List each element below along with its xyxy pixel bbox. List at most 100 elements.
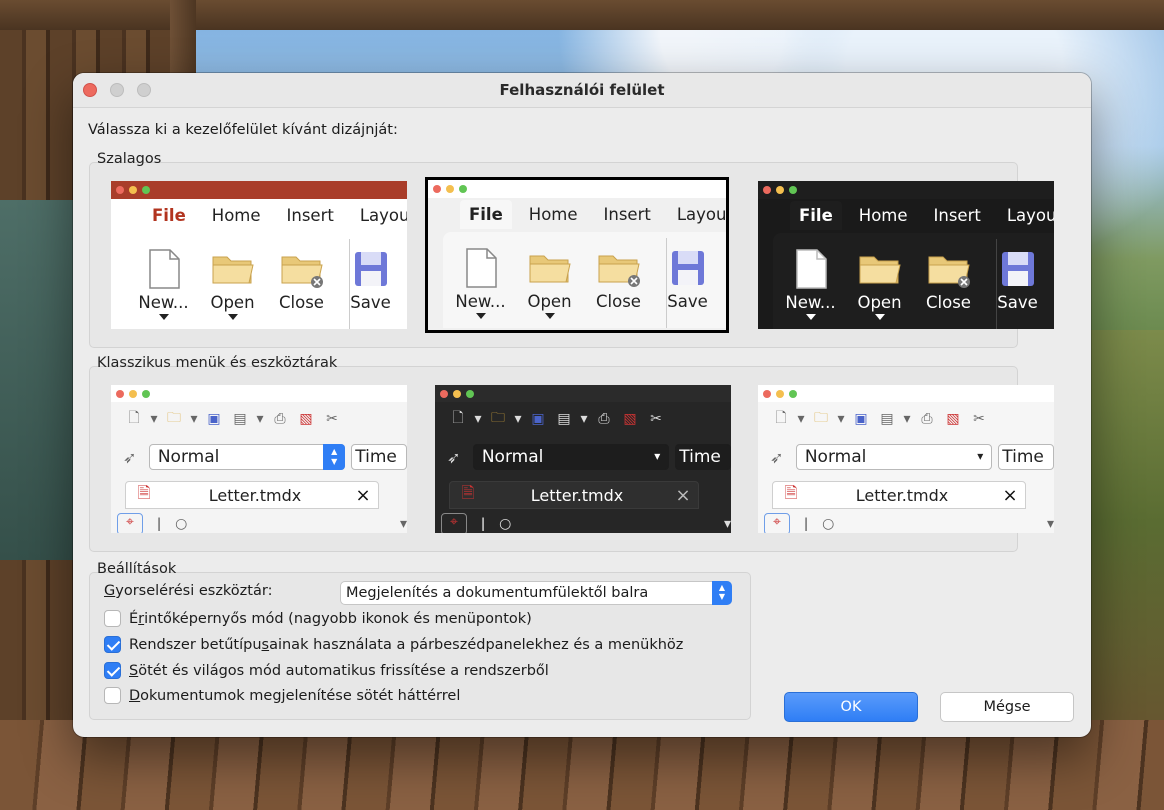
- close-folder-icon: [267, 247, 336, 291]
- save-as-icon: ▤: [557, 411, 571, 427]
- preview-ribbon-item: Open: [198, 247, 267, 327]
- preview-separator: [666, 238, 667, 328]
- new-document-icon: 🗋: [775, 410, 787, 426]
- close-folder-icon: [584, 246, 653, 290]
- preview-ribbon-item: Save: [336, 247, 405, 327]
- ribbon-theme-option-3[interactable]: File Home Insert Layout New... Open Close Save: [758, 181, 1054, 329]
- preview-tab: Home: [858, 206, 908, 225]
- ribbon-theme-option-1[interactable]: File Home Insert Layout New... Open Close Save: [111, 181, 407, 329]
- preview-tab: Layout: [676, 205, 729, 224]
- dropdown-caret-icon: ▾: [1046, 516, 1054, 532]
- chevron-down-icon: ▾: [977, 449, 984, 463]
- title-bar: Felhasználói felület: [73, 73, 1091, 108]
- preview-document-tab: 🗎 Letter.tmdx ×: [125, 481, 379, 509]
- select-stepper-icon: ▲ ▼: [323, 444, 346, 470]
- print-icon: ⎙: [921, 411, 933, 427]
- preview-tab: Insert: [286, 206, 334, 225]
- cut-icon: ✂: [973, 411, 985, 427]
- preview-window-dots: [116, 186, 150, 194]
- option-checkbox[interactable]: [104, 662, 121, 679]
- settings-option[interactable]: Sötét és világos mód automatikus frissít…: [104, 662, 549, 679]
- search-icon: ○: [175, 516, 188, 532]
- option-checkbox[interactable]: [104, 687, 121, 704]
- classic-theme-option-2[interactable]: 🗋 ▾ 🗀 ▾ ▣ ▤ ▾ ⎙ ▧ ✂ ➶ Normal ▾ Time 🗎 Letter.tm…: [435, 385, 731, 533]
- open-folder-icon: 🗀: [167, 410, 181, 426]
- ribbon-theme-option-2[interactable]: File Home Insert Layout New... Open Close Save: [425, 177, 729, 333]
- cut-icon: ✂: [650, 411, 662, 427]
- preview-tab: Home: [528, 205, 578, 224]
- preview-font-combo: Time: [351, 444, 407, 470]
- pdf-icon: ▧: [299, 411, 313, 427]
- close-tab-icon: ×: [1002, 484, 1018, 506]
- settings-option[interactable]: Rendszer betűtípusainak használata a pár…: [104, 636, 683, 653]
- document-icon: 🗎: [137, 482, 151, 502]
- classic-theme-option-1[interactable]: 🗋 ▾ 🗀 ▾ ▣ ▤ ▾ ⎙ ▧ ✂ ➶ Normal ▲ ▼ Time 🗎 Letter.t…: [111, 385, 407, 533]
- preview-ribbon-item: Save: [653, 246, 722, 326]
- compass-icon: ⌖: [117, 513, 143, 533]
- open-folder-icon: [515, 246, 584, 290]
- preview-item-label: Open: [857, 293, 902, 312]
- cut-icon: ✂: [326, 411, 338, 427]
- preview-style-value: Normal: [157, 447, 220, 467]
- preview-style-combo: Normal ▾: [472, 444, 670, 470]
- preview-item-label: Save: [350, 293, 391, 312]
- dropdown-caret-icon: ▾: [723, 516, 731, 532]
- preview-font-value: Time: [1002, 447, 1044, 467]
- pointer-icon: ➶: [770, 447, 784, 467]
- option-checkbox[interactable]: [104, 636, 121, 653]
- cursor-icon: ǀ: [481, 516, 486, 532]
- new-document-icon: [446, 246, 515, 290]
- document-icon: 🗎: [461, 482, 475, 502]
- preview-window-dots: [763, 390, 797, 398]
- preview-document-tab: 🗎 Letter.tmdx ×: [772, 481, 1026, 509]
- open-folder-icon: 🗀: [491, 410, 505, 426]
- new-document-icon: [776, 247, 845, 291]
- save-icon: [653, 246, 722, 290]
- ribbon-group-title: Szalagos: [97, 151, 162, 167]
- preview-format-row: ➶ Normal ▾ Time: [770, 443, 1054, 471]
- preview-item-label: New...: [785, 293, 836, 312]
- preview-format-row: ➶ Normal ▲ ▼ Time: [123, 443, 407, 471]
- preview-tab: File: [790, 201, 842, 230]
- quick-toolbar-select[interactable]: Megjelenítés a dokumentumfülektől balra …: [340, 581, 732, 605]
- open-folder-icon: [845, 247, 914, 291]
- preview-doc-tab-label: Letter.tmdx: [855, 485, 949, 505]
- dropdown-caret-icon: ▾: [837, 411, 845, 427]
- preview-format-row: ➶ Normal ▾ Time: [447, 443, 731, 471]
- quick-toolbar-label-accesskey: G: [104, 583, 116, 599]
- preview-window-dots: [433, 185, 467, 193]
- compass-icon: ⌖: [441, 513, 467, 533]
- preview-font-value: Time: [679, 447, 721, 467]
- preview-item-label: Save: [667, 292, 708, 311]
- preview-style-combo: Normal ▾: [795, 444, 993, 470]
- dropdown-caret-icon: ▾: [399, 516, 407, 532]
- settings-option[interactable]: Dokumentumok megjelenítése sötét háttérr…: [104, 687, 460, 704]
- dropdown-caret-icon: ▾: [150, 411, 158, 427]
- dropdown-caret-icon: ▾: [256, 411, 264, 427]
- document-icon: 🗎: [784, 482, 798, 502]
- preview-ribbon-item: Save: [983, 247, 1052, 327]
- save-as-icon: ▤: [233, 411, 247, 427]
- preview-item-label: New...: [138, 293, 189, 312]
- classic-theme-option-3[interactable]: 🗋 ▾ 🗀 ▾ ▣ ▤ ▾ ⎙ ▧ ✂ ➶ Normal ▾ Time 🗎 Letter.tm…: [758, 385, 1054, 533]
- preview-tab: Insert: [603, 205, 651, 224]
- preview-doc-tab-label: Letter.tmdx: [208, 485, 302, 505]
- preview-tab: Insert: [933, 206, 981, 225]
- preview-tab: File: [460, 200, 512, 229]
- preview-item-label: Open: [210, 293, 255, 312]
- print-icon: ⎙: [598, 411, 610, 427]
- preview-bottom-toolbar: ⌖ ǀ ○ ▾: [117, 513, 407, 533]
- close-folder-icon: [914, 247, 983, 291]
- option-checkbox[interactable]: [104, 610, 121, 627]
- preview-ribbon-item: Close: [267, 247, 336, 327]
- pdf-icon: ▧: [946, 411, 960, 427]
- cancel-button[interactable]: Mégse: [940, 692, 1074, 722]
- ok-button[interactable]: OK: [784, 692, 918, 722]
- search-icon: ○: [499, 516, 512, 532]
- preview-item-label: Save: [997, 293, 1038, 312]
- pointer-icon: ➶: [123, 447, 137, 467]
- preview-tabs: File Home Insert Layout: [143, 201, 407, 230]
- preview-style-value: Normal: [804, 447, 867, 467]
- user-interface-dialog: Felhasználói felület Válassza ki a kezel…: [73, 73, 1091, 737]
- settings-option[interactable]: Érintőképernyős mód (nagyobb ikonok és m…: [104, 610, 532, 627]
